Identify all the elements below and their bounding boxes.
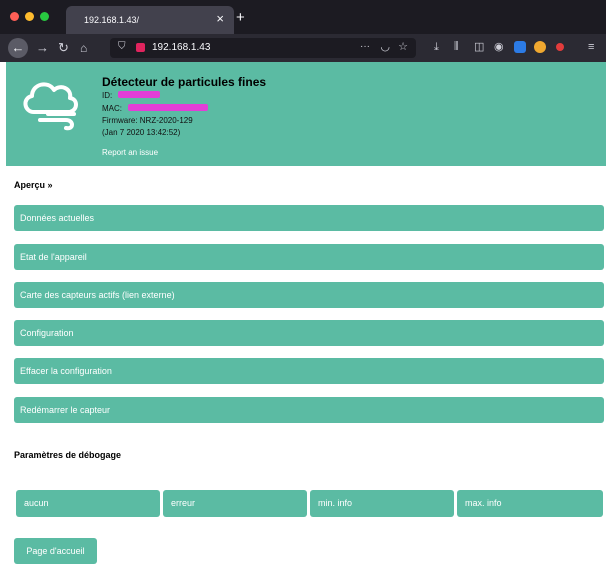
- device-status-button[interactable]: Etat de l'appareil: [14, 244, 604, 270]
- browser-tab[interactable]: 192.168.1.43/ ×: [66, 6, 234, 34]
- device-id-label: ID:: [102, 91, 113, 100]
- zoom-window-button[interactable]: [40, 12, 49, 21]
- debug-title: Paramètres de débogage: [14, 450, 122, 460]
- extension-icon[interactable]: [556, 43, 564, 51]
- device-build-date: (Jan 7 2020 13:42:52): [102, 128, 181, 137]
- browser-tab-bar: 192.168.1.43/ × +: [0, 0, 606, 34]
- account-icon[interactable]: ◉: [494, 40, 504, 54]
- extension-icon[interactable]: [514, 41, 526, 53]
- reload-icon[interactable]: ↻: [58, 40, 69, 56]
- configuration-button[interactable]: Configuration: [14, 320, 604, 346]
- menu-icon[interactable]: ≡: [588, 40, 594, 54]
- device-title: Détecteur de particules fines: [102, 75, 267, 89]
- device-mac: MAC:: [102, 104, 122, 113]
- current-data-button[interactable]: Données actuelles: [14, 205, 604, 231]
- device-id: ID:: [102, 91, 112, 100]
- page-actions-icon[interactable]: ···: [360, 41, 370, 52]
- reset-config-button[interactable]: Effacer la configuration: [14, 358, 604, 384]
- cloud-wind-icon: [23, 82, 78, 131]
- debug-max-info-button[interactable]: max. info: [457, 490, 603, 517]
- url-bar[interactable]: ⛉ 192.168.1.43 ··· ◡ ☆: [110, 38, 416, 58]
- new-tab-button[interactable]: +: [236, 10, 245, 25]
- device-header: Détecteur de particules fines ID: MAC: F…: [6, 62, 606, 166]
- tab-close-icon[interactable]: ×: [216, 12, 224, 25]
- report-issue-link[interactable]: Report an issue: [102, 148, 158, 157]
- device-mac-label: MAC:: [102, 104, 122, 113]
- restart-sensor-button[interactable]: Redémarrer le capteur: [14, 397, 604, 423]
- library-icon[interactable]: ⫼: [454, 40, 459, 54]
- redacted-mac: [128, 104, 208, 111]
- shield-icon[interactable]: ⛉: [118, 41, 126, 52]
- redacted-id: [118, 91, 160, 98]
- lock-icon[interactable]: [136, 43, 145, 52]
- url-text[interactable]: 192.168.1.43: [152, 42, 210, 53]
- debug-none-button[interactable]: aucun: [16, 490, 160, 517]
- browser-nav-bar: ← → ↻ ⌂ ⛉ 192.168.1.43 ··· ◡ ☆ ⤓ ⫼ ◫ ◉ ≡: [0, 34, 606, 62]
- forward-icon[interactable]: →: [36, 40, 49, 56]
- extension-icon[interactable]: [534, 41, 546, 53]
- pocket-icon[interactable]: ◡: [380, 40, 390, 53]
- home-icon[interactable]: ⌂: [80, 40, 87, 56]
- sensor-map-button[interactable]: Carte des capteurs actifs (lien externe): [14, 282, 604, 308]
- debug-error-button[interactable]: erreur: [163, 490, 307, 517]
- overview-title: Aperçu »: [14, 180, 53, 190]
- debug-min-info-button[interactable]: min. info: [310, 490, 454, 517]
- download-icon[interactable]: ⤓: [434, 40, 439, 54]
- star-icon[interactable]: ☆: [398, 40, 408, 53]
- tab-title: 192.168.1.43/: [84, 15, 140, 25]
- back-icon[interactable]: ←: [8, 38, 28, 58]
- device-firmware: Firmware: NRZ-2020-129: [102, 116, 193, 125]
- close-window-button[interactable]: [10, 12, 19, 21]
- sidebar-icon[interactable]: ◫: [474, 40, 484, 54]
- minimize-window-button[interactable]: [25, 12, 34, 21]
- home-page-button[interactable]: Page d'accueil: [14, 538, 97, 564]
